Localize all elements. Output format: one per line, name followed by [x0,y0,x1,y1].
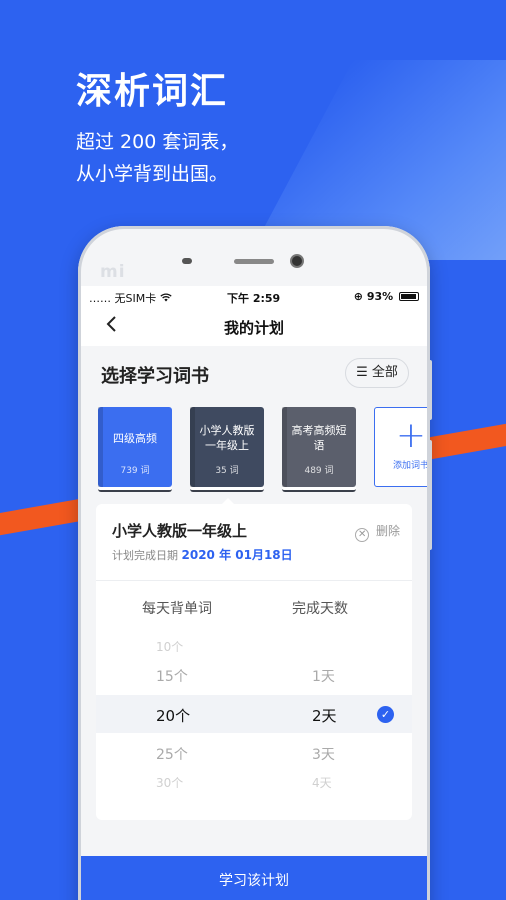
list-icon: ☰ [356,365,368,380]
wifi-icon [160,292,172,305]
divider [96,580,412,581]
promo-subtitle-line2: 从小学背到出国。 [76,163,229,185]
nav-bar: 我的计划 [81,308,427,346]
days-option: 1天 [312,669,335,685]
battery-icon [399,292,419,301]
plus-icon: + [395,415,427,456]
book-list: 四级高频 739 词 小学人教版一年级上 35 词 高考高频短语 489 词 +… [98,407,427,493]
all-books-label: 全部 [371,365,398,380]
book-pages [98,487,172,492]
days-header: 完成天数 [292,601,348,617]
days-option: 4天 [312,776,332,790]
add-book-label: 添加词书 [392,461,427,471]
words-per-day-header: 每天背单词 [142,601,212,617]
promo-subtitle-line1: 超过 200 套词表， [76,131,239,153]
picker-row-selected[interactable]: 20个 2天 ✓ [96,695,412,733]
words-option: 10个 [156,640,184,654]
promo-subtitle: 超过 200 套词表， 从小学背到出国。 [76,126,238,190]
book-word-count: 739 词 [120,466,150,476]
phone-side-button [427,440,432,550]
battery-percent: 93% [366,290,394,303]
sensor-icon [182,258,192,264]
orientation-lock-icon: ⊕ [353,290,363,303]
words-option: 25个 [156,747,188,763]
check-icon: ✓ [377,706,394,723]
camera-icon [290,254,304,268]
section-title: 选择学习词书 [101,366,209,387]
days-option: 2天 [312,707,337,725]
book-name: 高考高频短语 [291,424,347,452]
book-word-count: 489 词 [304,466,334,476]
words-option: 15个 [156,669,188,685]
plan-date-value: 2020 年 01月18日 [181,548,293,562]
app-screen: …… 无SIM卡 下午 2:59 ⊕ 93% 我的计划 选择学习词书 ☰ 全部 [81,286,427,900]
phone-side-button [427,360,432,420]
words-option: 20个 [156,707,191,725]
picker-row[interactable]: 10个 [96,632,412,658]
plan-date-row: 计划完成日期 2020 年 01月18日 [112,546,293,563]
close-circle-icon: ✕ [355,528,370,542]
book-word-count: 35 词 [215,466,239,476]
page-title: 我的计划 [223,319,284,337]
plan-date-label: 计划完成日期 [112,549,178,562]
book-pages [190,487,264,492]
book-name: 四级高频 [113,431,157,445]
picker-row[interactable]: 15个 1天 [96,656,412,694]
plan-card: 小学人教版一年级上 计划完成日期 2020 年 01月18日 ✕ 删除 每天背单… [96,504,412,820]
book-card[interactable]: 高考高频短语 489 词 [282,407,356,492]
picker-row[interactable]: 30个 4天 [96,770,412,796]
brand-logo: mi [100,262,126,282]
plan-name: 小学人教版一年级上 [112,522,248,540]
status-battery: ⊕ 93% [354,290,419,303]
add-book-button[interactable]: + 添加词书 [374,407,427,487]
delete-label: 删除 [375,524,400,538]
promo-title: 深析词汇 [76,71,229,112]
book-name: 小学人教版一年级上 [199,424,255,452]
all-books-button[interactable]: ☰ 全部 [345,358,409,388]
status-carrier: …… 无SIM卡 [89,290,172,306]
carrier-label: …… 无SIM卡 [89,292,157,305]
status-bar: …… 无SIM卡 下午 2:59 ⊕ 93% [81,286,427,308]
words-option: 30个 [156,776,184,790]
status-time: 下午 2:59 [227,292,281,305]
phone-frame: mi …… 无SIM卡 下午 2:59 ⊕ 93% 我的计划 选择学习词书 ☰ … [78,226,430,900]
book-pages [282,487,356,492]
book-card[interactable]: 小学人教版一年级上 35 词 [190,407,264,492]
delete-plan-button[interactable]: ✕ 删除 [355,522,400,542]
picker-row[interactable]: 25个 3天 [96,734,412,772]
earpiece [234,259,274,264]
study-plan-button[interactable]: 学习该计划 [81,856,427,900]
days-option: 3天 [312,747,335,763]
book-card[interactable]: 四级高频 739 词 [98,407,172,492]
